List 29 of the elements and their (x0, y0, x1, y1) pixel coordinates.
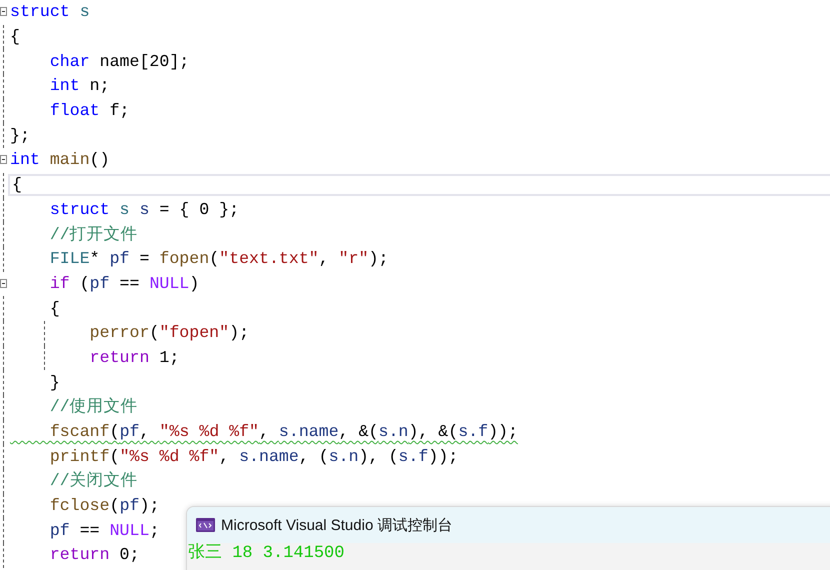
code-line: fclose(pf); (48, 495, 160, 518)
code-line: //关闭文件 (48, 470, 139, 492)
console-title: Microsoft Visual Studio 调试控制台 (221, 516, 452, 534)
code-line: return 1; (88, 346, 180, 369)
code-line: //使用文件 (48, 396, 139, 418)
console-output-line: 张三 18 3.141500 (187, 543, 346, 565)
code-line: int n; (48, 75, 111, 98)
code-line: //打开文件 (48, 224, 139, 246)
code-line: if (pf == NULL) (48, 272, 200, 295)
code-line: fscanf(pf, "%s %d %f", s.name, &(s.n), &(s.f)); (48, 421, 519, 444)
collapse-icon[interactable] (0, 7, 7, 16)
code-line: { (48, 298, 61, 320)
code-line: }; (9, 124, 31, 147)
code-line: int main() (9, 149, 111, 172)
collapse-icon[interactable] (0, 278, 7, 288)
code-line: { (11, 174, 23, 196)
code-line: return 0; (48, 544, 140, 566)
code-line: struct s (9, 1, 91, 24)
code-line: FILE* pf = fopen("text.txt", "r"); (48, 248, 390, 270)
code-line: float f; (48, 100, 130, 122)
code-line: printf("%s %d %f", s.name, (s.n), (s.f)); (48, 446, 460, 468)
collapse-icon[interactable] (0, 155, 7, 164)
code-line: pf == NULL; (48, 520, 160, 542)
console-icon (196, 518, 215, 532)
code-line: struct s s = { 0 }; (48, 198, 240, 221)
code-line: } (48, 372, 61, 394)
code-line: char name[20]; (48, 50, 190, 73)
code-line: { (9, 26, 21, 48)
code-line: perror("fopen"); (88, 322, 250, 344)
